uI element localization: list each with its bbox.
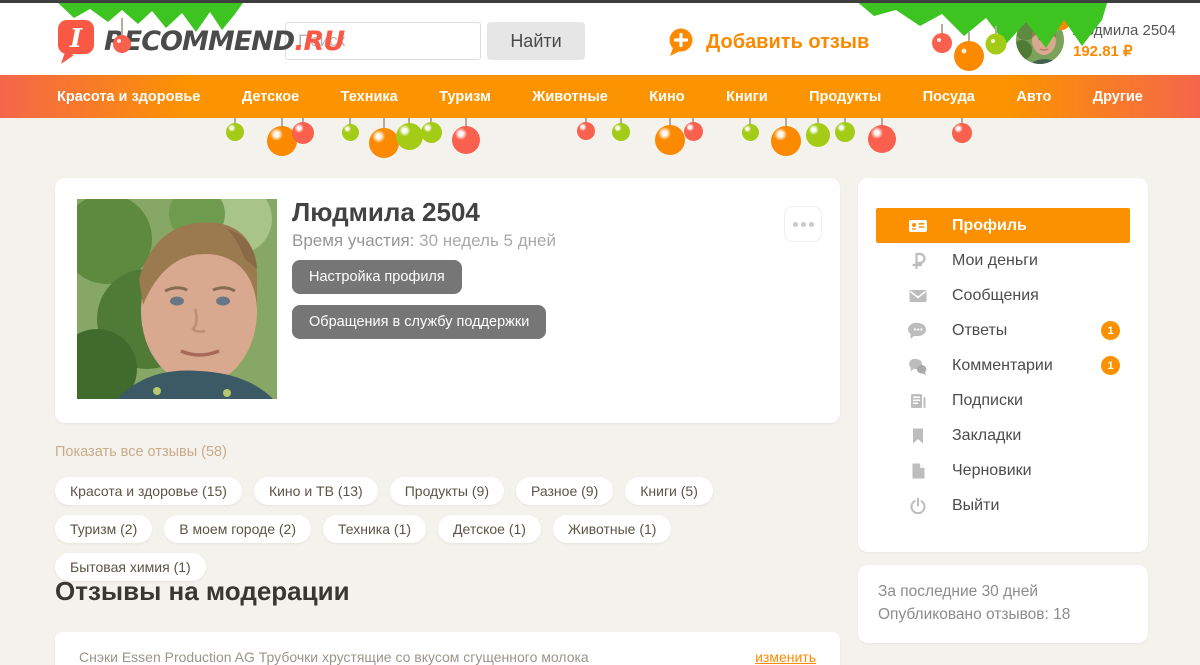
sidebar-item-money[interactable]: Мои деньги xyxy=(876,243,1130,278)
membership-label: Время участия: xyxy=(292,231,415,250)
review-category-chips: Красота и здоровье (15) Кино и ТВ (13) П… xyxy=(55,477,755,581)
sidebar-item-label: Мои деньги xyxy=(952,251,1038,269)
user-meta: Людмила 2504 192.81 ₽ xyxy=(1073,16,1176,64)
chip-misc[interactable]: Разное (9) xyxy=(516,477,614,505)
sidebar-item-drafts[interactable]: Черновики xyxy=(876,453,1130,488)
sidebar-item-label: Сообщения xyxy=(952,286,1039,304)
chip-my-city[interactable]: В моем городе (2) xyxy=(164,515,312,543)
subscriptions-icon xyxy=(908,391,928,411)
user-avatar[interactable] xyxy=(1016,14,1070,64)
sidebar-item-messages[interactable]: Сообщения xyxy=(876,278,1130,313)
show-all-reviews-link[interactable]: Показать все отзывы (58) xyxy=(55,444,227,460)
irecommend-profile-page: { "header": { "logo": { "letter": "I", "… xyxy=(0,0,1200,665)
search-button[interactable]: Найти xyxy=(487,22,585,60)
sidebar-item-logout[interactable]: Выйти xyxy=(876,488,1130,523)
header-user-block[interactable]: Людмила 2504 192.81 ₽ xyxy=(1016,14,1176,64)
sidebar-item-bookmarks[interactable]: Закладки xyxy=(876,418,1130,453)
add-review-label: Добавить отзыв xyxy=(706,30,870,53)
logo-text: RECOMMEND.RU xyxy=(104,25,345,57)
nav-item-food[interactable]: Продукты xyxy=(809,89,881,105)
comments-count-badge: 1 xyxy=(1101,356,1120,375)
chip-kids[interactable]: Детское (1) xyxy=(438,515,541,543)
moderation-review-title: Снэки Essen Production AG Трубочки хруст… xyxy=(79,649,589,665)
chip-food[interactable]: Продукты (9) xyxy=(389,477,504,505)
avatar-notification-dot xyxy=(1054,14,1070,30)
nav-item-tourism[interactable]: Туризм xyxy=(439,89,491,105)
ellipsis-icon xyxy=(792,221,798,227)
bookmark-icon xyxy=(908,426,928,446)
chip-animals[interactable]: Животные (1) xyxy=(552,515,672,543)
nav-item-auto[interactable]: Авто xyxy=(1016,89,1051,105)
recent-stats-card: За последние 30 дней Опубликовано отзыво… xyxy=(858,565,1148,643)
nav-item-books[interactable]: Книги xyxy=(726,89,767,105)
svg-text:I: I xyxy=(69,24,83,54)
sidebar-item-label: Черновики xyxy=(952,461,1032,479)
comments-icon xyxy=(908,356,928,376)
sidebar-item-answers[interactable]: Ответы 1 xyxy=(876,313,1130,348)
chip-tech[interactable]: Техника (1) xyxy=(323,515,427,543)
draft-icon xyxy=(908,461,928,481)
chip-movies-tv[interactable]: Кино и ТВ (13) xyxy=(253,477,378,505)
sidebar-item-label: Закладки xyxy=(952,426,1022,444)
answers-count-badge: 1 xyxy=(1101,321,1120,340)
account-sidebar: Профиль Мои деньги Сообщения Ответы 1 Ко… xyxy=(858,178,1148,552)
logo-bubble-icon: I xyxy=(58,20,94,64)
category-nav: Красота и здоровье Детское Техника Туриз… xyxy=(0,75,1200,118)
profile-photo[interactable] xyxy=(77,199,277,399)
chat-bubble-icon xyxy=(908,321,928,341)
user-balance[interactable]: 192.81 ₽ xyxy=(1073,42,1176,60)
profile-name: Людмила 2504 xyxy=(292,197,480,227)
chip-beauty[interactable]: Красота и здоровье (15) xyxy=(55,477,242,505)
stats-published-count: Опубликовано отзывов: 18 xyxy=(878,606,1071,623)
nav-item-dishes[interactable]: Посуда xyxy=(923,89,975,105)
edit-review-link[interactable]: изменить xyxy=(755,649,816,665)
profile-card: Людмила 2504 Время участия: 30 недель 5 … xyxy=(55,178,840,423)
ruble-icon xyxy=(908,251,928,271)
chip-books[interactable]: Книги (5) xyxy=(625,477,713,505)
stats-period: За последние 30 дней xyxy=(878,583,1038,600)
sidebar-item-subscriptions[interactable]: Подписки xyxy=(876,383,1130,418)
user-name[interactable]: Людмила 2504 xyxy=(1073,22,1176,39)
nav-item-beauty[interactable]: Красота и здоровье xyxy=(57,89,200,105)
sidebar-item-profile[interactable]: Профиль xyxy=(876,208,1130,243)
membership-duration: Время участия: 30 недель 5 дней xyxy=(292,231,556,251)
nav-item-tech[interactable]: Техника xyxy=(341,89,398,105)
plus-bubble-icon xyxy=(669,28,693,56)
envelope-icon xyxy=(908,286,928,306)
sidebar-item-comments[interactable]: Комментарии 1 xyxy=(876,348,1130,383)
nav-item-animals[interactable]: Животные xyxy=(532,89,608,105)
sidebar-item-label: Выйти xyxy=(952,496,1000,514)
nav-item-kids[interactable]: Детское xyxy=(242,89,299,105)
site-header: I RECOMMEND.RU Найти Добавить отзыв xyxy=(0,3,1200,75)
site-logo[interactable]: I RECOMMEND.RU xyxy=(55,17,345,65)
add-review-button[interactable]: Добавить отзыв xyxy=(666,27,869,57)
moderation-section-title: Отзывы на модерации xyxy=(55,576,350,606)
sidebar-item-label: Подписки xyxy=(952,391,1023,409)
profile-settings-button[interactable]: Настройка профиля xyxy=(292,260,462,294)
christmas-ornaments-row xyxy=(0,118,1200,173)
profile-photo-image xyxy=(77,199,277,399)
chip-tourism[interactable]: Туризм (2) xyxy=(55,515,153,543)
nav-item-other[interactable]: Другие xyxy=(1093,89,1143,105)
sidebar-item-label: Ответы xyxy=(952,321,1008,339)
moderation-review-row: Снэки Essen Production AG Трубочки хруст… xyxy=(55,632,840,665)
more-options-button[interactable] xyxy=(784,206,822,242)
id-card-icon xyxy=(908,216,928,236)
sidebar-item-label: Комментарии xyxy=(952,356,1053,374)
nav-item-movies[interactable]: Кино xyxy=(649,89,684,105)
support-requests-button[interactable]: Обращения в службу поддержки xyxy=(292,305,547,339)
membership-value: 30 недель 5 дней xyxy=(419,231,556,250)
browser-top-strip xyxy=(0,0,1200,3)
sidebar-item-label: Профиль xyxy=(952,216,1027,234)
power-icon xyxy=(908,496,928,516)
